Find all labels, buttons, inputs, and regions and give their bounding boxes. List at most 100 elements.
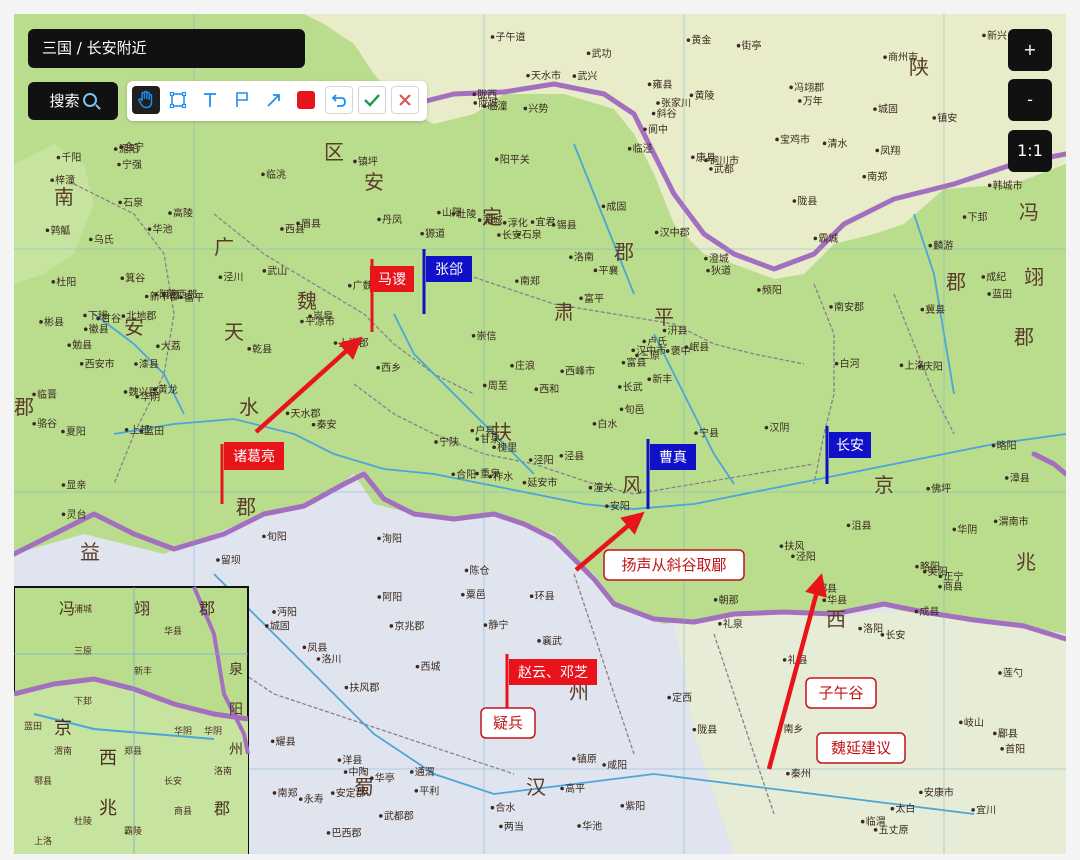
- zoom-out-button[interactable]: -: [1008, 79, 1052, 121]
- city-label: 渭南市: [999, 515, 1029, 528]
- city-label: 漆县: [139, 358, 159, 371]
- city-dot: [144, 294, 149, 299]
- city-label: 阳平关: [500, 153, 530, 166]
- zoom-in-button[interactable]: +: [1008, 29, 1052, 71]
- city-label: 临晋: [37, 388, 57, 401]
- city-label: 华阴: [957, 523, 977, 536]
- city-label: 天水郡: [291, 408, 321, 420]
- city-dot: [791, 554, 795, 559]
- pan-hand-tool[interactable]: [132, 86, 160, 114]
- city: 子午道: [490, 30, 526, 43]
- city-dot: [651, 111, 656, 116]
- label-tian: 天: [224, 320, 244, 344]
- city-dot: [691, 155, 695, 160]
- city-dot: [265, 624, 269, 628]
- undo-button[interactable]: [325, 86, 353, 114]
- city-label: 秦安: [317, 418, 337, 431]
- city-dot: [883, 55, 887, 59]
- city-dot: [647, 82, 652, 87]
- city-label: 长安: [885, 628, 905, 641]
- inset-label: 下邽: [74, 696, 92, 707]
- color-picker[interactable]: [292, 86, 320, 114]
- rectangle-select-tool[interactable]: [164, 86, 192, 114]
- city-dot: [347, 283, 352, 288]
- annotation-xiegu[interactable]: 扬声从斜谷取郿: [603, 549, 745, 581]
- city-dot: [537, 639, 541, 643]
- city-dot: [551, 223, 556, 227]
- inset-label: 翊: [134, 599, 150, 618]
- city-dot: [899, 363, 904, 368]
- city-dot: [654, 230, 659, 235]
- map-viewport[interactable]: 陕 冯 翊 郡 定 郡 肃 广 魏 区 安 天 水 郡 安 南 郡 扶 风 京: [14, 14, 1066, 854]
- city-dot: [32, 392, 36, 397]
- city-dot: [959, 720, 963, 725]
- zoom-reset-button[interactable]: 1:1: [1008, 130, 1052, 172]
- city-dot: [515, 279, 519, 283]
- city-dot: [704, 256, 708, 261]
- city-dot: [798, 99, 802, 103]
- city-label: 两当: [504, 820, 524, 833]
- city-label: 商州市: [888, 51, 918, 64]
- city-label: 箕谷: [125, 272, 145, 285]
- city-label: 南安郡: [834, 300, 864, 313]
- map-canvas[interactable]: 陕 冯 翊 郡 定 郡 肃 广 魏 区 安 天 水 郡 安 南 郡 扶 风 京: [14, 14, 1066, 854]
- confirm-button[interactable]: [358, 86, 386, 114]
- city-label: 庆阳: [923, 360, 943, 373]
- city-dot: [915, 564, 919, 569]
- city-label: 新兴: [987, 29, 1007, 42]
- city-dot: [118, 200, 122, 205]
- city-label: 粟邑: [466, 589, 486, 601]
- city-dot: [617, 385, 622, 389]
- city-dot: [572, 757, 576, 761]
- search-button[interactable]: 搜索: [28, 82, 118, 120]
- city-dot: [987, 292, 991, 296]
- city: 陇西郡: [162, 288, 197, 301]
- city-label: 频阳: [762, 283, 782, 296]
- annotation-yibing[interactable]: 疑兵: [480, 707, 536, 739]
- city-dot: [168, 211, 172, 215]
- inset-label: 州: [229, 742, 243, 758]
- arrow-tool-icon: [267, 94, 280, 107]
- city-dot: [337, 758, 342, 762]
- city-label: 平利: [419, 785, 439, 797]
- annotation-weiyan[interactable]: 魏延建议: [816, 732, 906, 764]
- city-label: 獂道: [425, 227, 445, 240]
- city-dot: [1004, 476, 1009, 480]
- city-label: 留坝: [221, 554, 241, 567]
- arrow-tool[interactable]: [260, 86, 288, 114]
- city-label: 潼关: [593, 481, 613, 494]
- annotation-ziwugu[interactable]: 子午谷: [805, 677, 877, 709]
- city-label: 白水: [597, 417, 617, 430]
- cancel-button[interactable]: [391, 86, 419, 114]
- city-label: 岐山: [964, 716, 984, 729]
- city-label: 成县: [919, 606, 939, 618]
- city-dot: [890, 806, 895, 811]
- city-dot: [926, 486, 930, 491]
- city-dot: [113, 147, 118, 151]
- city-label: 高平: [565, 782, 585, 795]
- city-label: 乌氏: [94, 233, 114, 246]
- city-label: 彬县: [44, 315, 64, 328]
- city-label: 高陵: [173, 207, 193, 220]
- city-label: 宝鸡市: [780, 133, 810, 146]
- city-dot: [998, 671, 1002, 675]
- city-dot: [993, 519, 998, 524]
- city-dot: [39, 320, 43, 324]
- city-dot: [530, 220, 535, 224]
- city-label: 户县: [475, 424, 495, 437]
- flag-tool[interactable]: [228, 86, 256, 114]
- city-label: 汧县: [667, 325, 687, 337]
- city-dot: [529, 594, 534, 599]
- city-dot: [586, 51, 591, 56]
- drawing-toolbar: [127, 81, 427, 121]
- inset-label: 冯: [59, 599, 75, 618]
- city-dot: [873, 828, 878, 832]
- text-tool[interactable]: [196, 86, 224, 114]
- city-dot: [971, 808, 975, 812]
- city-dot: [620, 803, 625, 808]
- city-dot: [822, 598, 826, 603]
- city-label: 华池: [582, 819, 602, 832]
- city-label: 麟游: [933, 239, 953, 252]
- city: 韩城市: [987, 179, 1023, 192]
- city-label: 徽县: [89, 323, 109, 336]
